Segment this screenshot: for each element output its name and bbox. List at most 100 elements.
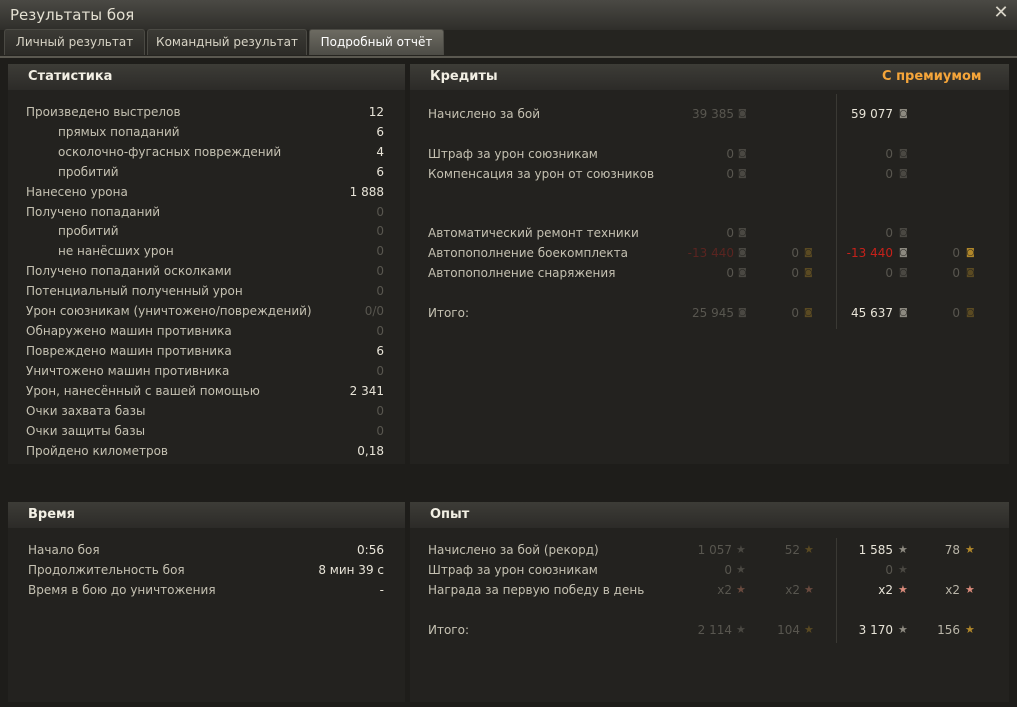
credit-coin-icon: ◙ (899, 268, 908, 278)
stat-value: 12 (368, 105, 384, 119)
stat-label: Очки защиты базы (26, 424, 146, 438)
stats-row: Получено попаданий 0 (26, 204, 384, 220)
stat-label: не нанёсших урон (58, 244, 174, 258)
xp-base: 0 (724, 563, 732, 577)
credit-coin-icon: ◙ (738, 149, 747, 159)
xp-base: 2 114 (697, 623, 732, 637)
credits-row: Автопополнение снаряжения 0 ◙ 0 ◙ 0 ◙ 0 … (428, 265, 988, 281)
gold-base: 0 (791, 266, 799, 280)
credits-row: Компенсация за урон от союзников 0 ◙ 0 ◙ (428, 166, 988, 182)
stat-label: Очки захвата базы (26, 404, 146, 418)
stats-row: Обнаружено машин противника 0 (26, 323, 384, 339)
free-xp-star-icon: ★ (965, 623, 975, 636)
stats-row: Урон союзникам (уничтожено/повреждений) 0… (26, 303, 384, 319)
gold-coin-icon: ◙ (804, 248, 813, 258)
time-value: - (379, 583, 384, 597)
gold-premium: 0 (952, 246, 960, 260)
exp-total-row: Итого: 2 114 ★ 104 ★ 3 170 ★ 156 ★ (428, 622, 988, 638)
stat-value: 0 (376, 324, 384, 338)
credit-label: Компенсация за урон от союзников (428, 167, 655, 181)
stat-value: 2 341 (349, 384, 384, 398)
stat-value: 0 (376, 424, 384, 438)
stat-value: 1 888 (349, 185, 384, 199)
stat-value: 6 (376, 165, 384, 179)
xp-star-icon: ★ (736, 563, 746, 576)
stat-label: Произведено выстрелов (26, 105, 181, 119)
credit-label: Автопополнение снаряжения (428, 266, 616, 280)
free-xp-base: 52 (784, 543, 800, 557)
xp-star-icon: ★ (736, 543, 746, 556)
credit-coin-icon: ◙ (738, 109, 747, 119)
credit-label: Автопополнение боекомплекта (428, 246, 628, 260)
time-title: Время (28, 507, 76, 522)
free-xp-base: 104 (777, 623, 800, 637)
credit-coin-icon: ◙ (899, 109, 908, 119)
exp-header: Опыт (410, 502, 1009, 528)
stat-label: осколочно-фугасных повреждений (58, 145, 282, 159)
title-bar: Результаты боя ✕ (0, 0, 1017, 30)
stats-row: прямых попаданий 6 (26, 124, 384, 140)
xp-star-icon: ★ (898, 563, 908, 576)
gold-coin-icon: ◙ (966, 308, 975, 318)
stats-row: Повреждено машин противника 6 (26, 343, 384, 359)
credit-coin-icon: ◙ (738, 228, 747, 238)
tab-detailed-report[interactable]: Подробный отчёт (309, 29, 444, 55)
stat-label: Пройдено километров (26, 444, 168, 458)
gold-coin-icon: ◙ (966, 248, 975, 258)
credits-header: Кредиты С премиумом (410, 64, 1009, 90)
stat-value: 6 (376, 125, 384, 139)
credit-base: 25 945 (692, 306, 734, 320)
stat-value: 0/0 (364, 304, 384, 318)
gold-base: 0 (791, 246, 799, 260)
xp-premium: x2 (878, 583, 893, 597)
stats-row: Нанесено урона 1 888 (26, 184, 384, 200)
xp-star-icon: ★ (736, 623, 746, 636)
stat-value: 6 (376, 344, 384, 358)
stats-row: пробитий 6 (26, 164, 384, 180)
exp-label: Начислено за бой (рекорд) (428, 543, 599, 557)
credits-row: Автопополнение боекомплекта -13 440 ◙ 0 … (428, 245, 988, 261)
stat-value: 0 (376, 244, 384, 258)
stats-row: Потенциальный полученный урон 0 (26, 283, 384, 299)
credit-coin-icon: ◙ (899, 248, 908, 258)
time-value: 8 мин 39 с (318, 563, 384, 577)
gold-base: 0 (791, 306, 799, 320)
credit-premium: 45 637 (851, 306, 893, 320)
time-panel: Время (8, 502, 405, 702)
credits-title: Кредиты (430, 69, 498, 84)
stat-label: Получено попаданий (26, 205, 161, 219)
gold-premium: 0 (952, 266, 960, 280)
exp-title: Опыт (430, 507, 470, 522)
stats-row: Пройдено километров 0,18 (26, 443, 384, 459)
time-row: Время в бою до уничтожения - (28, 582, 384, 598)
exp-label: Итого: (428, 623, 469, 637)
first-victory-star-icon: ★ (898, 583, 908, 596)
gold-coin-icon: ◙ (804, 308, 813, 318)
stat-value: 0 (376, 205, 384, 219)
free-xp-star-icon: ★ (804, 543, 814, 556)
stats-row: Урон, нанесённый с вашей помощью 2 341 (26, 383, 384, 399)
exp-label: Награда за первую победу в день (428, 583, 645, 597)
free-xp-star-icon: ★ (965, 543, 975, 556)
first-victory-star-icon: ★ (804, 583, 814, 596)
credit-premium: 0 (885, 266, 893, 280)
stats-row: Произведено выстрелов 12 (26, 104, 384, 120)
credits-row: Начислено за бой 39 385 ◙ 59 077 ◙ (428, 106, 988, 122)
credit-coin-icon: ◙ (738, 268, 747, 278)
tab-team-result[interactable]: Командный результат (147, 29, 307, 55)
stat-value: 0 (376, 264, 384, 278)
stat-label: Повреждено машин противника (26, 344, 232, 358)
credit-coin-icon: ◙ (899, 228, 908, 238)
credit-label: Начислено за бой (428, 107, 541, 121)
xp-premium: 1 585 (858, 543, 893, 557)
close-icon[interactable]: ✕ (991, 3, 1011, 23)
credit-coin-icon: ◙ (899, 308, 908, 318)
xp-star-icon: ★ (898, 543, 908, 556)
credit-premium: 0 (885, 167, 893, 181)
tab-personal-result[interactable]: Личный результат (4, 29, 145, 55)
stat-label: Получено попаданий осколками (26, 264, 232, 278)
free-xp-base: x2 (785, 583, 800, 597)
time-label: Продолжительность боя (28, 563, 185, 577)
time-header: Время (8, 502, 405, 528)
stat-label: пробитий (58, 165, 119, 179)
